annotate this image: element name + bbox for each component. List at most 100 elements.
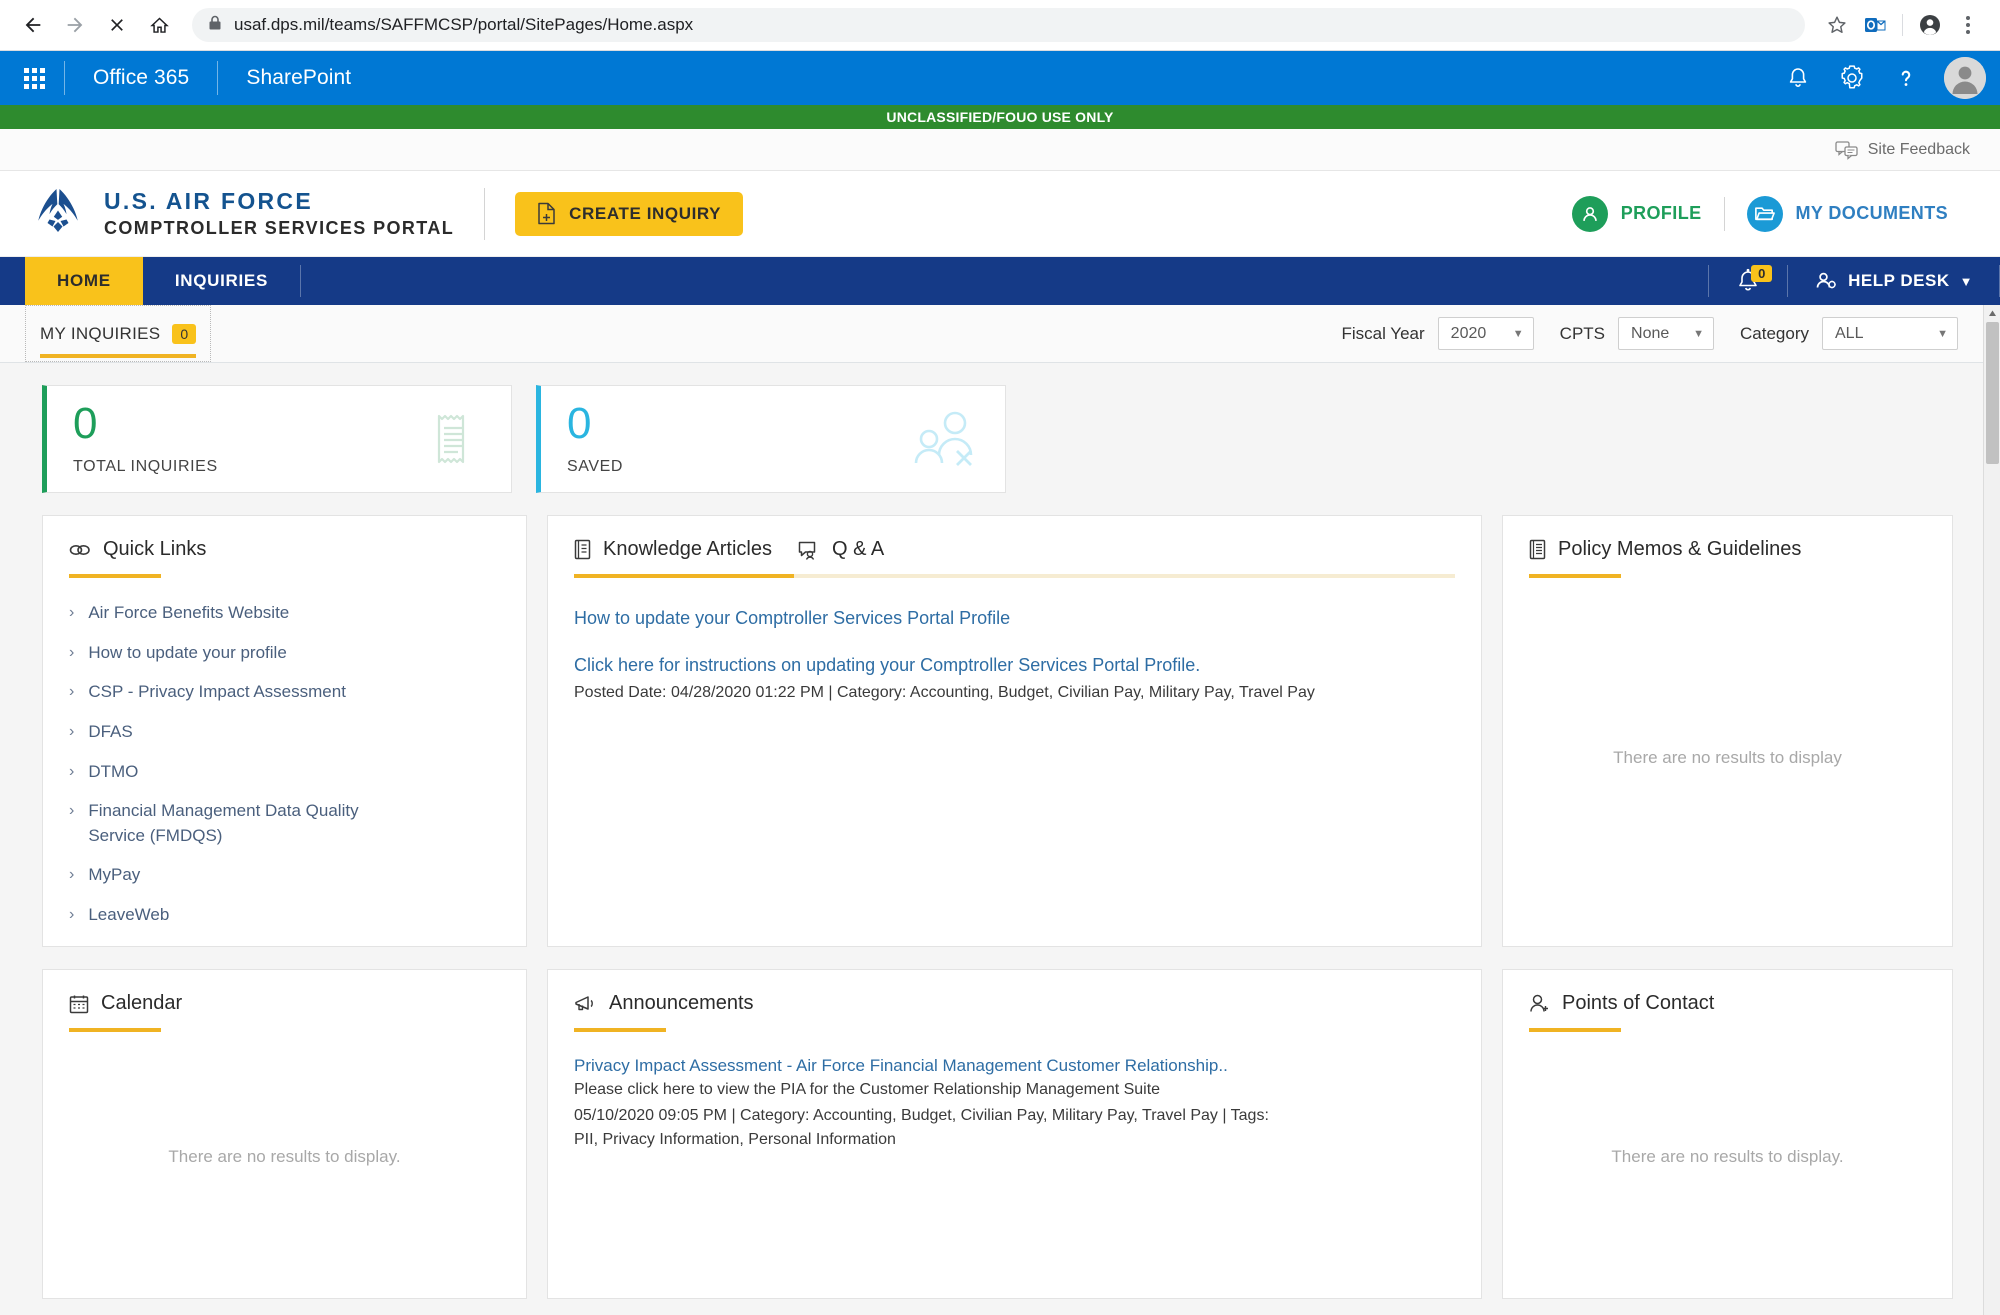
fiscal-year-select[interactable]: 2020 ▼	[1437, 317, 1534, 350]
nav-tab-inquiries[interactable]: INQUIRIES	[143, 257, 300, 305]
quick-link-item[interactable]: › How to update your profile	[69, 636, 500, 671]
notifications-button[interactable]	[1774, 54, 1822, 102]
browser-menu-button[interactable]	[1950, 7, 1986, 43]
outlook-extension-button[interactable]	[1857, 7, 1893, 43]
quick-link-label: CSP - Privacy Impact Assessment	[88, 682, 346, 702]
knowledge-article-title-link[interactable]: How to update your Comptroller Services …	[574, 608, 1455, 629]
document-lines-icon	[1529, 539, 1546, 560]
calendar-panel: Calendar There are no results to display…	[42, 969, 527, 1299]
cpts-value: None	[1631, 324, 1670, 342]
person-add-icon	[1530, 994, 1548, 1012]
knowledge-articles-body: How to update your Comptroller Services …	[574, 578, 1455, 704]
home-icon	[149, 16, 169, 33]
my-documents-label: MY DOCUMENTS	[1795, 203, 1948, 223]
fiscal-year-filter: Fiscal Year 2020 ▼	[1342, 317, 1534, 350]
nav-tab-home[interactable]: HOME	[25, 257, 143, 305]
portal-title-primary: U.S. AIR FORCE	[104, 188, 313, 214]
home-button[interactable]	[140, 6, 178, 44]
quick-link-item[interactable]: › LeaveWeb	[69, 898, 500, 933]
stop-button[interactable]	[98, 6, 136, 44]
browser-toolbar: usaf.dps.mil/teams/SAFFMCSP/portal/SiteP…	[0, 0, 2000, 51]
policy-memos-rule	[1529, 574, 1926, 578]
create-inquiry-button[interactable]: CREATE INQUIRY	[515, 191, 744, 236]
stop-x-icon	[111, 19, 123, 31]
vertical-scrollbar[interactable]	[1983, 305, 2000, 1315]
sharepoint-app-label[interactable]: SharePoint	[222, 66, 375, 90]
chevron-down-icon: ▼	[1937, 327, 1948, 340]
chevron-down-icon: ▼	[1512, 327, 1524, 340]
tab-my-inquiries[interactable]: MY INQUIRIES 0	[25, 305, 212, 362]
person-gear-icon	[1816, 272, 1836, 289]
policy-memos-panel: Policy Memos & Guidelines There are no r…	[1502, 515, 1953, 947]
app-launcher-button[interactable]	[8, 51, 60, 105]
saved-content: 0 SAVED	[567, 402, 623, 476]
profile-button[interactable]: PROFILE	[1550, 195, 1724, 232]
cpts-label: CPTS	[1559, 323, 1606, 343]
announcements-title: Announcements	[609, 992, 754, 1014]
page-content: MY INQUIRIES 0 Fiscal Year 2020 ▼ CPTS N…	[0, 305, 2000, 1315]
scroll-up-button[interactable]	[1984, 305, 2000, 322]
announcements-body: Privacy Impact Assessment - Air Force Fi…	[574, 1032, 1455, 1152]
settings-button[interactable]	[1828, 54, 1876, 102]
book-icon	[574, 539, 591, 560]
back-button[interactable]	[14, 6, 52, 44]
tab-qa[interactable]: Q & A	[798, 538, 884, 561]
quick-link-item[interactable]: › Financial Management Data Quality Serv…	[69, 794, 500, 853]
header-actions: PROFILE MY DOCUMENTS	[1550, 195, 1970, 232]
forward-button[interactable]	[56, 6, 94, 44]
policy-memos-empty-message: There are no results to display	[1613, 748, 1842, 768]
total-inquiries-card[interactable]: 0 TOTAL INQUIRIES	[42, 385, 512, 493]
site-feedback-link[interactable]: Site Feedback	[1835, 140, 1970, 160]
quick-link-item[interactable]: › MyPay	[69, 858, 500, 893]
total-inquiries-value: 0	[73, 399, 98, 448]
knowledge-article-instructions-link[interactable]: Click here for instructions on updating …	[574, 655, 1455, 676]
points-of-contact-header: Points of Contact	[1529, 992, 1926, 1015]
help-desk-menu[interactable]: HELP DESK ▼	[1788, 257, 1999, 305]
quick-link-label: MyPay	[88, 865, 141, 885]
address-bar[interactable]: usaf.dps.mil/teams/SAFFMCSP/portal/SiteP…	[192, 8, 1805, 42]
folder-open-icon	[1746, 195, 1783, 232]
filter-toolbar: MY INQUIRIES 0 Fiscal Year 2020 ▼ CPTS N…	[0, 305, 1983, 363]
tab-knowledge-articles[interactable]: Knowledge Articles	[574, 538, 772, 561]
back-arrow-icon	[25, 17, 41, 33]
link-chain-icon	[69, 544, 90, 555]
quick-link-item[interactable]: › CSP - Privacy Impact Assessment	[69, 675, 500, 710]
announcements-title-wrap: Announcements	[574, 992, 754, 1015]
quick-link-label: DTMO	[88, 761, 139, 781]
scrollbar-thumb[interactable]	[1986, 322, 1999, 464]
category-select[interactable]: ALL ▼	[1822, 317, 1958, 350]
quick-links-header: Quick Links	[69, 538, 500, 561]
nav-right-actions: 0 HELP DESK ▼	[1709, 257, 2000, 305]
gear-icon	[1841, 65, 1863, 89]
announcement-title-link[interactable]: Privacy Impact Assessment - Air Force Fi…	[574, 1056, 1228, 1075]
help-desk-label: HELP DESK	[1848, 271, 1950, 290]
person-icon	[1571, 195, 1608, 232]
quick-link-item[interactable]: › DTMO	[69, 755, 500, 790]
help-button[interactable]	[1882, 54, 1930, 102]
knowledge-articles-title: Knowledge Articles	[603, 538, 772, 560]
my-documents-button[interactable]: MY DOCUMENTS	[1725, 195, 1970, 232]
my-inquiries-label: MY INQUIRIES	[40, 323, 161, 343]
calendar-title-wrap: Calendar	[69, 992, 182, 1015]
quick-link-label: LeaveWeb	[88, 905, 170, 925]
cpts-select[interactable]: None ▼	[1618, 317, 1715, 350]
chevron-down-icon: ▼	[1959, 273, 1973, 289]
classification-banner: UNCLASSIFIED/FOUO USE ONLY	[0, 105, 2000, 129]
accent-rule	[1529, 1028, 1621, 1032]
air-force-wings-logo	[30, 186, 86, 241]
bookmark-button[interactable]	[1819, 7, 1855, 43]
browser-profile-button[interactable]	[1912, 7, 1948, 43]
knowledge-article-meta: Posted Date: 04/28/2020 01:22 PM | Categ…	[574, 684, 1315, 701]
user-avatar[interactable]	[1944, 57, 1986, 99]
quick-link-item[interactable]: › Air Force Benefits Website	[69, 596, 500, 631]
saved-card[interactable]: 0 SAVED	[536, 385, 1006, 493]
notification-count-badge: 0	[1751, 265, 1773, 282]
office365-brand[interactable]: Office 365	[69, 66, 213, 90]
quick-link-label: DFAS	[88, 721, 133, 741]
accent-rule	[1529, 574, 1621, 578]
quick-link-item[interactable]: › DFAS	[69, 715, 500, 750]
question-mark-icon	[1901, 70, 1911, 86]
notifications-alert-button[interactable]: 0	[1709, 257, 1787, 305]
scroll-content: MY INQUIRIES 0 Fiscal Year 2020 ▼ CPTS N…	[0, 305, 1983, 1315]
chevron-right-icon: ›	[69, 906, 75, 924]
